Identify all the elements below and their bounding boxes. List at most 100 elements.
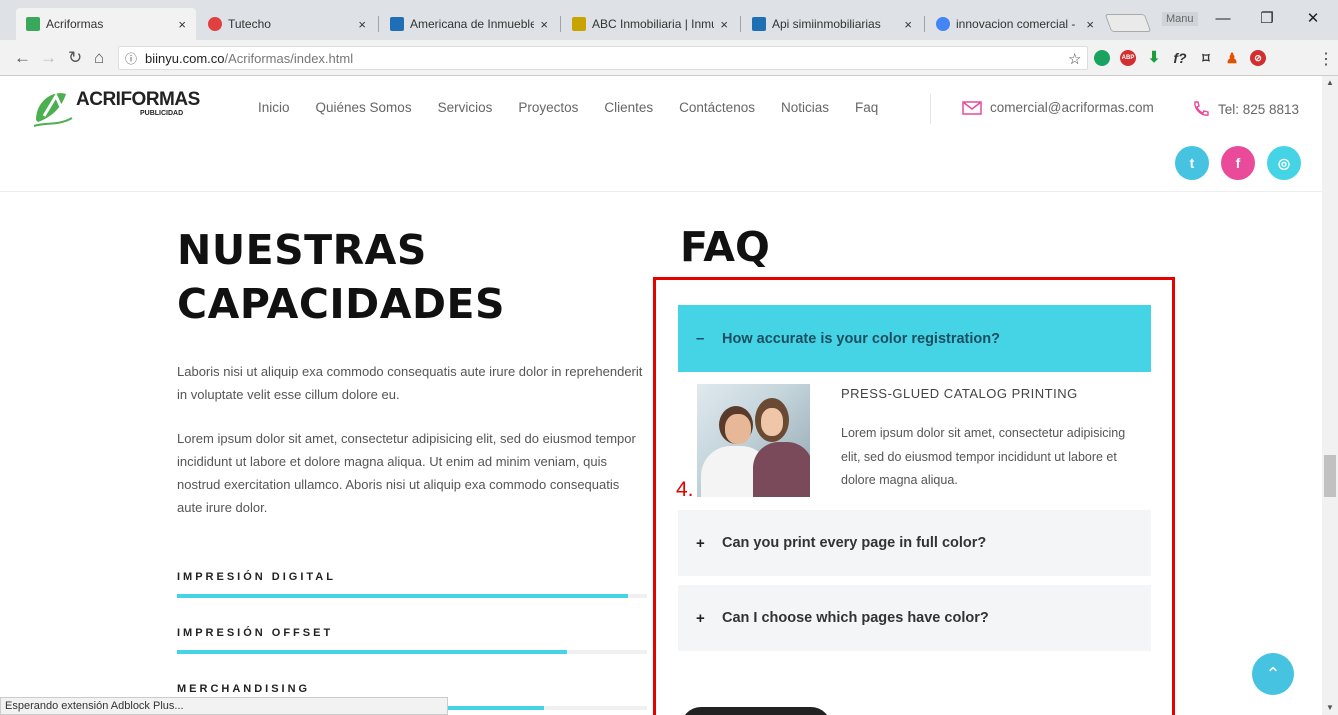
skill-label-digital: IMPRESIÓN DIGITAL bbox=[177, 571, 336, 583]
logo-subtext: PUBLICIDAD bbox=[140, 110, 184, 117]
tab-separator bbox=[378, 16, 379, 32]
scroll-thumb[interactable] bbox=[1324, 455, 1336, 497]
tab-close-icon[interactable]: × bbox=[540, 17, 548, 32]
skill-fill-offset bbox=[177, 650, 568, 654]
logo-text: ACRIFORMAS bbox=[76, 89, 200, 110]
profile-user[interactable]: Manu bbox=[1162, 12, 1198, 26]
twitter-icon[interactable]: t bbox=[1175, 146, 1209, 180]
url-input[interactable]: ⓘ biinyu.com.co/Acriformas/index.html bbox=[118, 46, 1088, 70]
tutecho-favicon-icon bbox=[208, 17, 222, 31]
nav-inicio[interactable]: Inicio bbox=[258, 100, 290, 115]
capacities-text: Lorem ipsum dolor sit amet, consectetur … bbox=[177, 431, 636, 515]
nav-servicios[interactable]: Servicios bbox=[438, 100, 493, 115]
facebook-icon[interactable]: f bbox=[1221, 146, 1255, 180]
tab-api[interactable]: Api simiinmobiliarias × bbox=[742, 8, 922, 40]
tab-label: Tutecho bbox=[228, 17, 271, 31]
extension-window-icon[interactable]: ⌑ bbox=[1198, 50, 1214, 66]
capacities-intro: Laboris nisi ut aliquip exa commodo cons… bbox=[177, 364, 643, 402]
faq-answer-title: PRESS-GLUED CATALOG PRINTING bbox=[841, 386, 1078, 401]
extension-whatsapp-icon[interactable] bbox=[1094, 50, 1110, 66]
address-bar: ← → ↻ ⌂ ⓘ biinyu.com.co/Acriformas/index… bbox=[0, 40, 1338, 76]
nav-divider bbox=[930, 94, 931, 124]
tab-close-icon[interactable]: × bbox=[904, 17, 912, 32]
page-scrollbar[interactable] bbox=[1322, 76, 1338, 715]
capacities-title-line1: NUESTRAS bbox=[177, 226, 427, 274]
faq-question-1[interactable]: – How accurate is your color registratio… bbox=[678, 305, 1151, 372]
forward-arrow-icon[interactable]: → bbox=[40, 48, 57, 68]
site-info-icon[interactable]: ⓘ bbox=[125, 50, 137, 67]
plus-icon: + bbox=[696, 609, 705, 627]
extension-download-icon[interactable]: ⬇ bbox=[1146, 50, 1162, 66]
api-favicon-icon bbox=[752, 17, 766, 31]
tab-separator bbox=[560, 16, 561, 32]
envelope-icon bbox=[962, 100, 982, 115]
url-host: biinyu.com.co bbox=[145, 50, 225, 66]
faq-question-text: Can I choose which pages have color? bbox=[722, 610, 989, 626]
americana-favicon-icon bbox=[390, 17, 404, 31]
capacities-title: NUESTRAS CAPACIDADES bbox=[177, 223, 597, 331]
tab-close-icon[interactable]: × bbox=[720, 17, 728, 32]
acriformas-favicon-icon bbox=[26, 17, 40, 31]
plus-icon: + bbox=[696, 534, 705, 552]
minimize-icon[interactable]: — bbox=[1208, 8, 1238, 30]
instagram-icon[interactable]: ◎ bbox=[1267, 146, 1301, 180]
extension-adblock-icon[interactable]: ABP bbox=[1120, 50, 1136, 66]
tab-separator bbox=[924, 16, 925, 32]
phone-icon bbox=[1194, 101, 1209, 116]
contact-email[interactable]: comercial@acriformas.com bbox=[962, 100, 1154, 115]
nav-quienes-somos[interactable]: Quiénes Somos bbox=[316, 100, 412, 115]
tab-americana[interactable]: Americana de Inmueble × bbox=[380, 8, 558, 40]
logo-leaf-icon bbox=[33, 92, 73, 127]
abc-favicon-icon bbox=[572, 17, 586, 31]
browser-menu-icon[interactable]: ⋮ bbox=[1318, 49, 1334, 69]
faq-question-3[interactable]: + Can I choose which pages have color? bbox=[678, 585, 1151, 651]
tab-label: ABC Inmobiliaria | Inmu bbox=[592, 17, 715, 31]
minus-icon: – bbox=[696, 330, 705, 347]
tab-label: Americana de Inmueble bbox=[410, 17, 535, 31]
extension-figure-icon[interactable]: ♟ bbox=[1224, 50, 1240, 66]
extension-block-icon[interactable]: ⊘ bbox=[1250, 50, 1266, 66]
extension-font-icon[interactable]: f? bbox=[1172, 50, 1188, 66]
browser-tab-bar: Acriformas × Tutecho × Americana de Inmu… bbox=[0, 0, 1338, 40]
contact-phone[interactable]: Tel: 825 8813 bbox=[1192, 100, 1299, 118]
tab-close-icon[interactable]: × bbox=[358, 17, 366, 32]
nav-faq[interactable]: Faq bbox=[855, 100, 878, 115]
status-bar: Esperando extensión Adblock Plus... bbox=[0, 697, 448, 715]
website-viewport: ACRIFORMAS PUBLICIDAD Inicio Quiénes Som… bbox=[0, 76, 1322, 715]
tab-google[interactable]: innovacion comercial - × bbox=[926, 8, 1104, 40]
nav-proyectos[interactable]: Proyectos bbox=[518, 100, 578, 115]
tab-abc[interactable]: ABC Inmobiliaria | Inmu × bbox=[562, 8, 738, 40]
couple-photo bbox=[697, 384, 810, 497]
back-arrow-icon[interactable]: ← bbox=[14, 48, 31, 68]
tab-separator bbox=[740, 16, 741, 32]
back-to-top-icon[interactable]: ⌃ bbox=[1252, 653, 1294, 695]
home-icon[interactable]: ⌂ bbox=[94, 48, 104, 68]
tab-tutecho[interactable]: Tutecho × bbox=[198, 8, 376, 40]
faq-question-text: Can you print every page in full color? bbox=[722, 535, 987, 551]
bookmark-star-icon[interactable]: ☆ bbox=[1068, 50, 1081, 68]
nav-contactenos[interactable]: Contáctenos bbox=[679, 100, 755, 115]
email-text: comercial@acriformas.com bbox=[990, 100, 1154, 115]
tab-close-icon[interactable]: × bbox=[1086, 17, 1094, 32]
annotation-number: 4. bbox=[676, 478, 694, 501]
tab-label: Acriformas bbox=[46, 17, 104, 31]
faq-question-2[interactable]: + Can you print every page in full color… bbox=[678, 510, 1151, 576]
scroll-up-icon[interactable]: ▲ bbox=[1326, 78, 1334, 87]
new-tab-button[interactable] bbox=[1104, 14, 1152, 32]
tab-label: innovacion comercial - bbox=[956, 17, 1076, 31]
skill-label-offset: IMPRESIÓN OFFSET bbox=[177, 627, 334, 639]
acriformas-logo[interactable]: ACRIFORMAS PUBLICIDAD bbox=[32, 86, 222, 134]
main-nav: Inicio Quiénes Somos Servicios Proyectos… bbox=[258, 100, 904, 115]
faq-title: FAQ bbox=[680, 223, 770, 271]
scroll-down-icon[interactable]: ▼ bbox=[1326, 703, 1334, 712]
nav-clientes[interactable]: Clientes bbox=[604, 100, 653, 115]
tab-close-icon[interactable]: × bbox=[178, 17, 186, 32]
maximize-icon[interactable]: ❐ bbox=[1252, 8, 1282, 30]
faq-more-button[interactable] bbox=[681, 707, 831, 715]
nav-noticias[interactable]: Noticias bbox=[781, 100, 829, 115]
window-close-icon[interactable]: ✕ bbox=[1298, 8, 1328, 30]
reload-icon[interactable]: ↻ bbox=[68, 48, 82, 68]
header-divider bbox=[0, 191, 1322, 192]
skill-bar-digital bbox=[177, 594, 647, 598]
tab-acriformas[interactable]: Acriformas × bbox=[16, 8, 196, 40]
